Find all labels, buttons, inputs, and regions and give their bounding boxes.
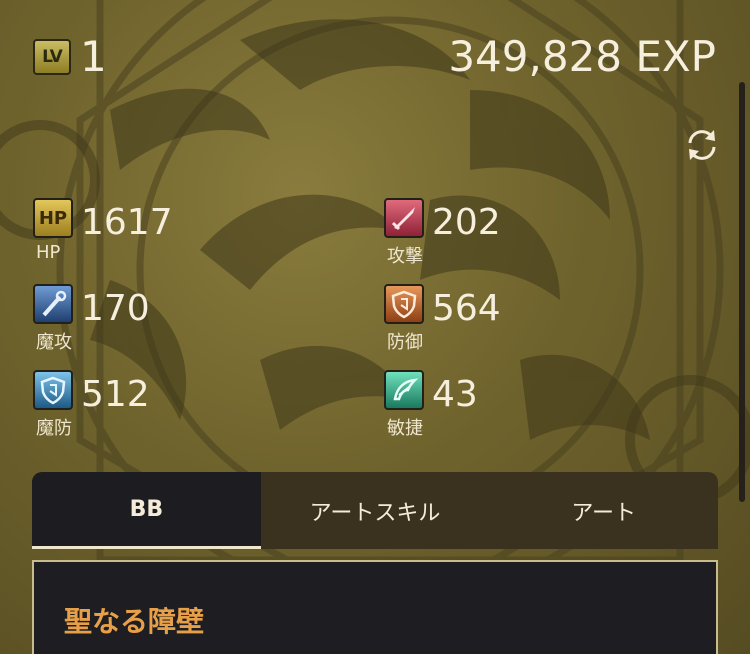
level-icon: LV xyxy=(33,39,71,75)
stat-attack-label: 攻撃 xyxy=(387,246,423,267)
scrollbar[interactable] xyxy=(739,82,745,502)
refresh-icon[interactable] xyxy=(684,127,720,163)
stat-hp-value: 1617 xyxy=(81,202,173,243)
stat-defense-value: 564 xyxy=(432,288,501,329)
stat-attack-value: 202 xyxy=(432,202,501,243)
stat-attack: 202 攻撃 xyxy=(384,198,624,268)
stat-agility-label: 敏捷 xyxy=(387,418,423,439)
refresh-icon-graphic xyxy=(688,130,716,160)
level-value: 1 xyxy=(80,32,107,81)
shield-icon-graphic xyxy=(391,290,417,319)
skill-panel: 聖なる障壁 xyxy=(32,560,718,654)
staff-icon xyxy=(33,284,73,324)
stat-hp-label: HP xyxy=(36,242,61,263)
skill-title: 聖なる障壁 xyxy=(64,605,205,638)
stat-magic-attack: 170 魔攻 xyxy=(33,284,273,354)
tab-art[interactable]: アート xyxy=(489,472,718,549)
sword-icon xyxy=(384,198,424,238)
stat-hp: HP 1617 HP xyxy=(33,198,273,268)
tab-bar: BB アートスキル アート xyxy=(32,472,718,549)
tab-bb[interactable]: BB xyxy=(32,472,261,549)
sword-icon-graphic xyxy=(391,207,415,231)
staff-icon-graphic xyxy=(42,290,67,317)
exp-value: 349,828 EXP xyxy=(448,32,716,81)
wing-icon xyxy=(384,370,424,410)
stat-magic-attack-value: 170 xyxy=(81,288,150,329)
stat-magic-attack-label: 魔攻 xyxy=(36,332,72,353)
level-icon-text: LV xyxy=(42,47,63,67)
stat-magic-defense-value: 512 xyxy=(81,374,150,415)
stat-defense-label: 防御 xyxy=(387,332,423,353)
hp-icon-text: HP xyxy=(38,207,68,229)
tab-art-skill[interactable]: アートスキル xyxy=(261,472,490,549)
stat-defense: 564 防御 xyxy=(384,284,624,354)
stat-agility: 43 敏捷 xyxy=(384,370,624,440)
hp-icon: HP xyxy=(33,198,73,238)
wing-icon-graphic xyxy=(393,378,419,401)
shield-icon xyxy=(384,284,424,324)
magic-shield-icon xyxy=(33,370,73,410)
stat-magic-defense-label: 魔防 xyxy=(36,418,72,439)
stat-agility-value: 43 xyxy=(432,374,478,415)
magic-shield-icon-graphic xyxy=(40,376,66,405)
stat-magic-defense: 512 魔防 xyxy=(33,370,273,440)
